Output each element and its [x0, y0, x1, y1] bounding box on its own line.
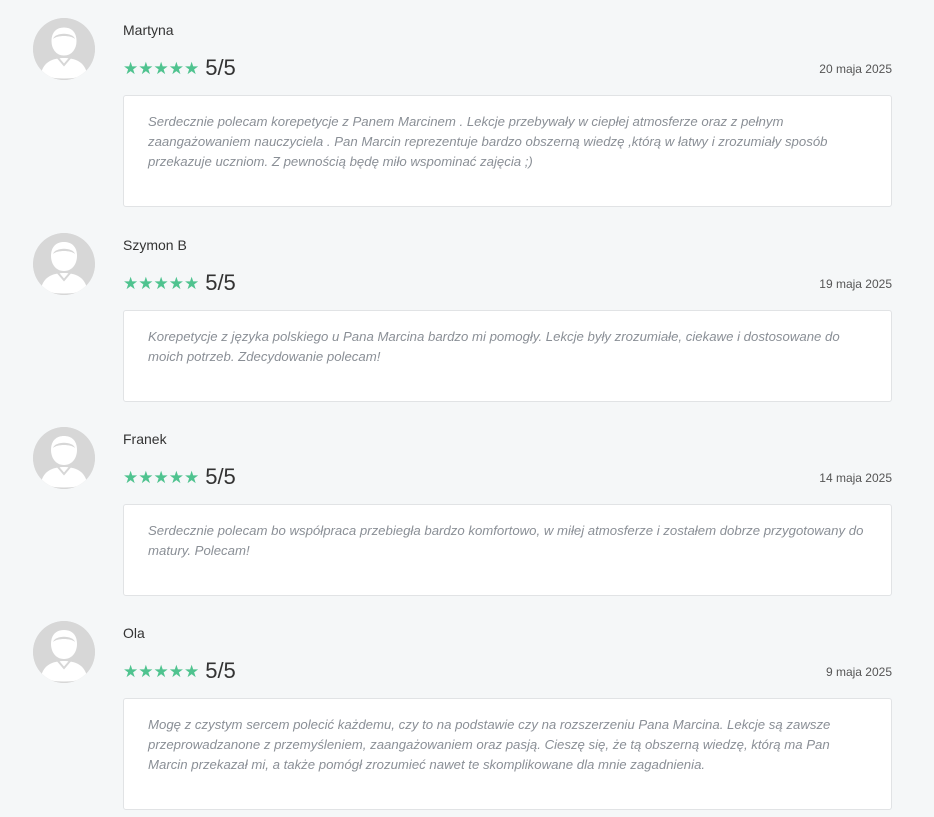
reviewer-name: Ola [123, 625, 145, 641]
rating-row: ★★★★★ 5/5 [123, 658, 236, 684]
review-text-box: Mogę z czystym sercem polecić każdemu, c… [123, 698, 892, 810]
user-avatar-icon [33, 427, 95, 489]
rating-row: ★★★★★ 5/5 [123, 55, 236, 81]
star-rating-icon: ★★★★★ [123, 58, 200, 78]
review-text: Mogę z czystym sercem polecić każdemu, c… [148, 717, 831, 772]
user-avatar-icon [33, 18, 95, 80]
user-avatar-icon [33, 233, 95, 295]
rating-score: 5/5 [205, 658, 236, 683]
rating-score: 5/5 [205, 55, 236, 80]
review-date: 14 maja 2025 [819, 471, 892, 485]
user-avatar-icon [33, 621, 95, 683]
review-text: Serdecznie polecam korepetycje z Panem M… [148, 114, 828, 169]
reviewer-name: Franek [123, 431, 167, 447]
rating-row: ★★★★★ 5/5 [123, 270, 236, 296]
review-text-box: Korepetycje z języka polskiego u Pana Ma… [123, 310, 892, 402]
reviewer-name: Martyna [123, 22, 174, 38]
review-date: 19 maja 2025 [819, 277, 892, 291]
review-date: 20 maja 2025 [819, 62, 892, 76]
rating-row: ★★★★★ 5/5 [123, 464, 236, 490]
review-text-box: Serdecznie polecam bo współpraca przebie… [123, 504, 892, 596]
rating-score: 5/5 [205, 464, 236, 489]
review-text: Korepetycje z języka polskiego u Pana Ma… [148, 329, 840, 364]
rating-score: 5/5 [205, 270, 236, 295]
star-rating-icon: ★★★★★ [123, 467, 200, 487]
reviewer-name: Szymon B [123, 237, 187, 253]
star-rating-icon: ★★★★★ [123, 661, 200, 681]
star-rating-icon: ★★★★★ [123, 273, 200, 293]
review-text-box: Serdecznie polecam korepetycje z Panem M… [123, 95, 892, 207]
review-text: Serdecznie polecam bo współpraca przebie… [148, 523, 864, 558]
review-date: 9 maja 2025 [825, 665, 892, 679]
